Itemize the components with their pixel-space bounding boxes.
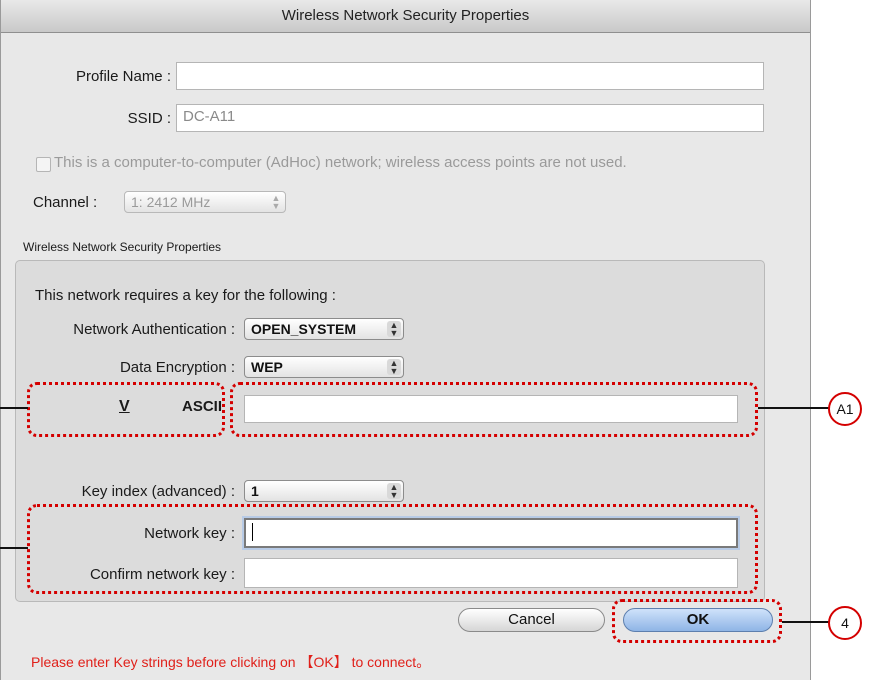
callout-4: 4	[828, 606, 862, 640]
stepper-arrows-icon: ▲ ▼	[271, 193, 281, 211]
callout-line-left-key	[0, 547, 28, 549]
channel-value: 1: 2412 MHz	[131, 194, 211, 210]
security-group-label: Wireless Network Security Properties	[23, 240, 222, 254]
window-title: Wireless Network Security Properties	[1, 0, 810, 33]
data-encryption-select[interactable]: WEP ▲ ▼	[244, 356, 404, 378]
data-encryption-value: WEP	[251, 359, 283, 375]
ssid-label: SSID :	[127, 110, 171, 127]
callout-line-4	[782, 621, 830, 623]
callout-a1: A1	[828, 392, 862, 426]
profile-name-input[interactable]	[176, 62, 764, 90]
callout-line-a1	[758, 407, 830, 409]
network-auth-select[interactable]: OPEN_SYSTEM ▲ ▼	[244, 318, 404, 340]
stepper-arrows-icon: ▲ ▼	[387, 483, 401, 500]
network-auth-label: Network Authentication :	[73, 321, 235, 338]
adhoc-checkbox[interactable]	[36, 157, 51, 172]
connect-notice: Please enter Key strings before clicking…	[31, 654, 431, 670]
ascii-annotation-box	[27, 382, 225, 437]
cancel-button[interactable]: Cancel	[458, 608, 605, 632]
network-auth-value: OPEN_SYSTEM	[251, 321, 357, 337]
requires-key-text: This network requires a key for the foll…	[35, 287, 336, 304]
key-annotation-box	[230, 382, 758, 437]
callout-line-left-ascii	[0, 407, 28, 409]
stepper-arrows-icon: ▲ ▼	[387, 359, 401, 376]
channel-select[interactable]: 1: 2412 MHz ▲ ▼	[124, 191, 286, 213]
adhoc-label: This is a computer-to-computer (AdHoc) n…	[54, 154, 627, 171]
channel-label: Channel :	[33, 194, 98, 211]
ok-annotation-box	[612, 599, 782, 643]
stepper-arrows-icon: ▲ ▼	[387, 321, 401, 338]
data-encryption-label: Data Encryption :	[119, 359, 235, 376]
key-index-select[interactable]: 1 ▲ ▼	[244, 480, 404, 502]
network-key-annotation-box	[27, 504, 758, 594]
key-index-label: Key index (advanced) :	[81, 483, 235, 500]
key-index-value: 1	[251, 483, 259, 499]
ssid-input[interactable]: DC-A11	[176, 104, 764, 132]
profile-name-label: Profile Name :	[75, 68, 171, 85]
